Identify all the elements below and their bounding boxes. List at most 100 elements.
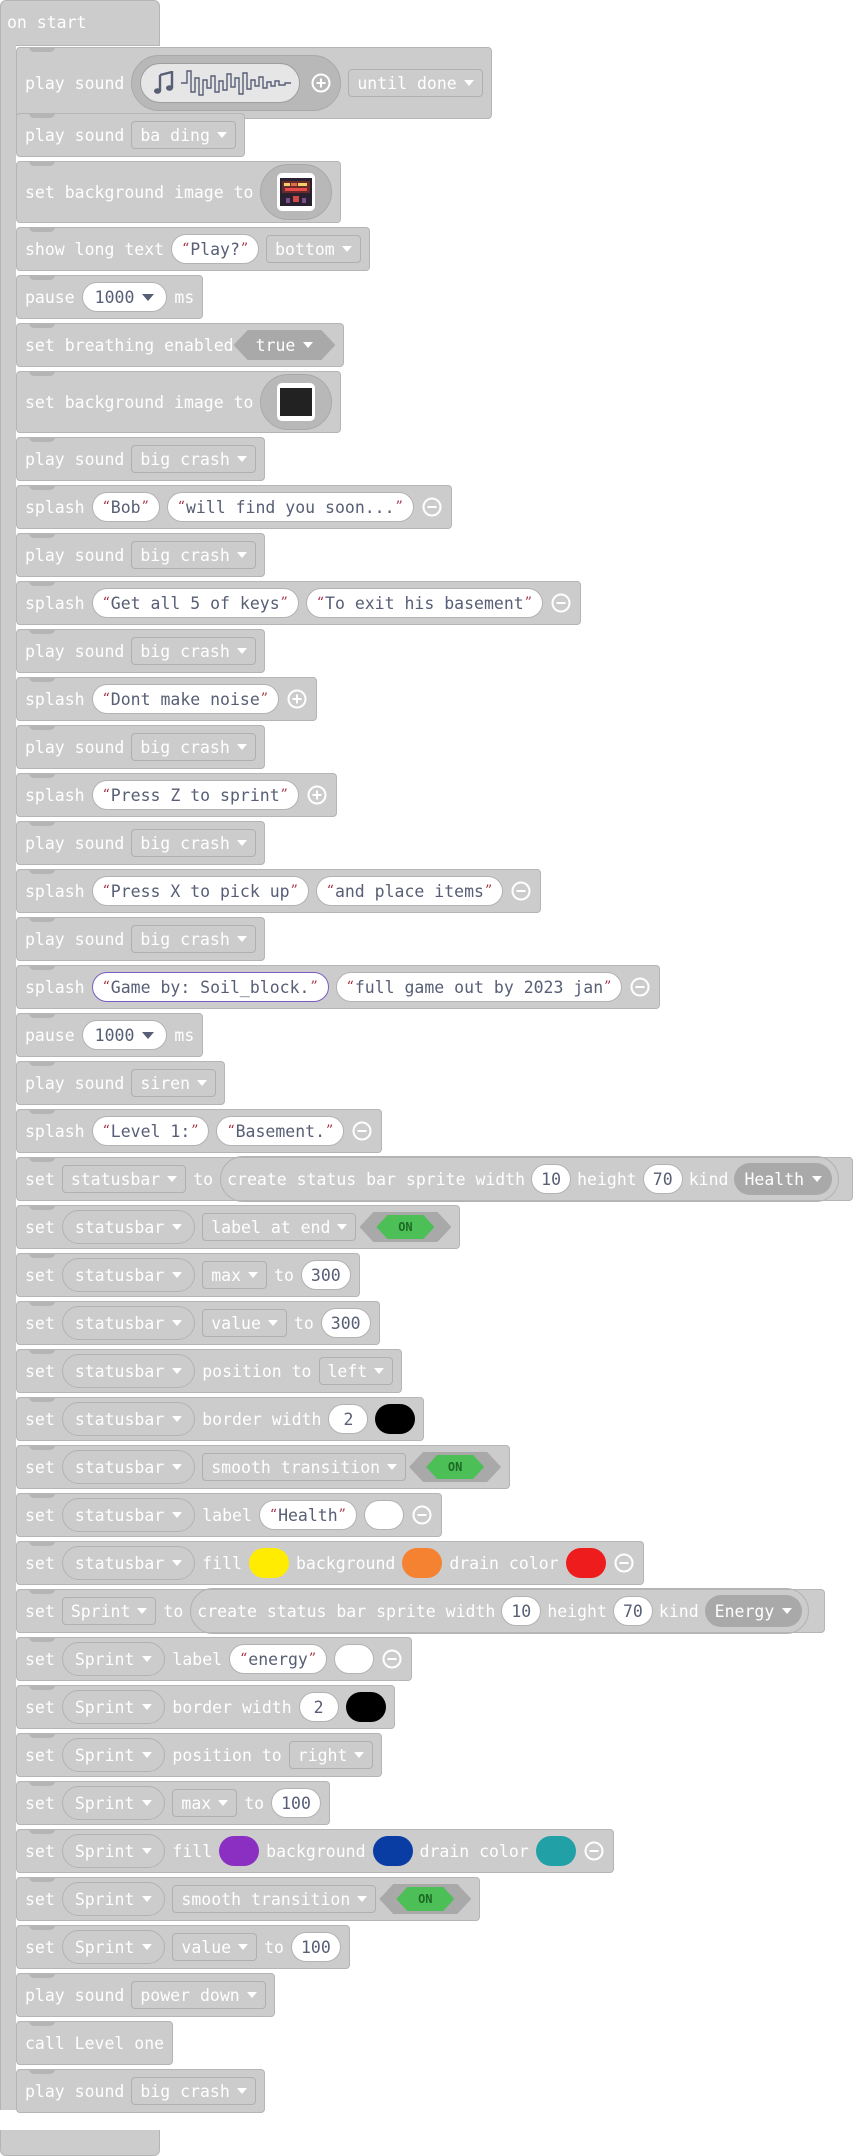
splash-block[interactable]: splash Press Z to sprint xyxy=(16,773,337,817)
sound-waveform-field[interactable] xyxy=(140,63,301,103)
splash-block[interactable]: splash Game by: Soil_block. full game ou… xyxy=(16,965,661,1009)
property-dropdown[interactable]: max xyxy=(172,1789,238,1817)
variable-dropdown[interactable]: statusbar xyxy=(61,1354,196,1388)
play-sound-block[interactable]: play sound big crash xyxy=(16,2069,265,2113)
sound-dropdown[interactable]: big crash xyxy=(131,2077,256,2105)
set-statusbar-number-block[interactable]: set statusbar max to 300 xyxy=(16,1253,360,1297)
kind-dropdown[interactable]: Energy xyxy=(704,1595,803,1627)
set-sprint-border-block[interactable]: set Sprint border width 2 xyxy=(16,1685,395,1729)
set-background-image-block[interactable]: set background image to xyxy=(16,161,342,223)
sound-mode-dropdown[interactable]: until done xyxy=(348,69,483,97)
pause-duration-dropdown[interactable]: 1000 xyxy=(81,1020,168,1050)
height-input[interactable]: 70 xyxy=(642,1164,683,1194)
remove-circle-icon[interactable] xyxy=(629,976,651,998)
splash-title-input[interactable]: Press X to pick up xyxy=(91,876,309,906)
pause-block[interactable]: pause 1000 ms xyxy=(16,275,204,319)
variable-dropdown[interactable]: statusbar xyxy=(61,1306,196,1340)
toggle-switch[interactable]: ON xyxy=(409,1452,501,1482)
play-sound-block[interactable]: play sound big crash xyxy=(16,629,265,673)
variable-dropdown[interactable]: Sprint xyxy=(61,1597,157,1625)
splash-title-input[interactable]: Game by: Soil_block. xyxy=(91,972,329,1002)
set-sprint-create-block[interactable]: set Sprint to create status bar sprite w… xyxy=(16,1588,825,1634)
remove-circle-icon[interactable] xyxy=(421,496,443,518)
splash-block[interactable]: splash Press X to pick up and place item… xyxy=(16,869,542,913)
property-dropdown[interactable]: value xyxy=(202,1309,287,1337)
set-statusbar-colors-block[interactable]: set statusbar fill background drain colo… xyxy=(16,1541,644,1585)
sound-dropdown[interactable]: big crash xyxy=(131,637,256,665)
variable-dropdown[interactable]: statusbar xyxy=(61,1258,196,1292)
splash-title-input[interactable]: Level 1: xyxy=(91,1116,210,1146)
kind-dropdown[interactable]: Health xyxy=(734,1163,833,1195)
pause-duration-dropdown[interactable]: 1000 xyxy=(81,282,168,312)
variable-dropdown[interactable]: Sprint xyxy=(61,1834,166,1868)
set-sprint-number-block[interactable]: set Sprint value to 100 xyxy=(16,1925,350,1969)
position-dropdown[interactable]: bottom xyxy=(266,235,361,263)
pause-block[interactable]: pause 1000 ms xyxy=(16,1013,204,1057)
border-color-swatch[interactable] xyxy=(345,1692,386,1722)
set-sprint-label-block[interactable]: set Sprint label energy xyxy=(16,1637,413,1681)
variable-dropdown[interactable]: statusbar xyxy=(61,1546,196,1580)
remove-circle-icon[interactable] xyxy=(550,592,572,614)
create-status-bar-reporter[interactable]: create status bar sprite width 10 height… xyxy=(190,1588,810,1634)
splash-block[interactable]: splash Get all 5 of keys To exit his bas… xyxy=(16,581,581,625)
splash-title-input[interactable]: Press Z to sprint xyxy=(91,780,299,810)
set-statusbar-number-block[interactable]: set statusbar value to 300 xyxy=(16,1301,380,1345)
set-sprint-number-block[interactable]: set Sprint max to 100 xyxy=(16,1781,330,1825)
splash-block[interactable]: splash Level 1: Basement. xyxy=(16,1109,383,1153)
sound-picker[interactable] xyxy=(131,55,342,111)
play-sound-block[interactable]: play sound big crash xyxy=(16,725,265,769)
sound-dropdown[interactable]: siren xyxy=(131,1069,217,1097)
property-dropdown[interactable]: max xyxy=(202,1261,268,1289)
variable-dropdown[interactable]: Sprint xyxy=(61,1690,166,1724)
add-circle-icon[interactable] xyxy=(310,72,332,94)
width-input[interactable]: 10 xyxy=(531,1164,572,1194)
value-input[interactable]: 100 xyxy=(271,1788,321,1818)
value-input[interactable]: 300 xyxy=(300,1260,351,1290)
border-color-swatch[interactable] xyxy=(375,1404,416,1434)
splash-block[interactable]: splash Dont make noise xyxy=(16,677,317,721)
play-sound-block[interactable]: play sound ba ding xyxy=(16,113,245,157)
remove-circle-icon[interactable] xyxy=(381,1648,403,1670)
splash-subtitle-input[interactable]: Basement. xyxy=(216,1116,345,1146)
set-sprint-colors-block[interactable]: set Sprint fill background drain color xyxy=(16,1829,614,1873)
variable-dropdown[interactable]: Sprint xyxy=(61,1642,166,1676)
set-statusbar-label-block[interactable]: set statusbar label Health xyxy=(16,1493,442,1537)
splash-block[interactable]: splash Bob will find you soon... xyxy=(16,485,452,529)
drain-color-swatch[interactable] xyxy=(565,1548,606,1578)
play-sound-block[interactable]: play sound big crash xyxy=(16,917,265,961)
set-statusbar-flag-block[interactable]: set statusbar label at end ON xyxy=(16,1205,461,1249)
splash-subtitle-input[interactable]: full game out by 2023 jan xyxy=(335,972,623,1002)
splash-title-input[interactable]: Dont make noise xyxy=(91,684,279,714)
set-statusbar-border-block[interactable]: set statusbar border width 2 xyxy=(16,1397,425,1441)
sound-dropdown[interactable]: big crash xyxy=(131,733,256,761)
create-status-bar-reporter[interactable]: create status bar sprite width 10 height… xyxy=(220,1156,840,1202)
set-statusbar-position-block[interactable]: set statusbar position to left xyxy=(16,1349,403,1393)
play-sound-block[interactable]: play sound big crash xyxy=(16,821,265,865)
border-width-input[interactable]: 2 xyxy=(328,1404,369,1434)
label-color-swatch[interactable] xyxy=(363,1500,404,1530)
splash-subtitle-input[interactable]: To exit his basement xyxy=(305,588,543,618)
fill-color-swatch[interactable] xyxy=(248,1548,289,1578)
variable-dropdown[interactable]: statusbar xyxy=(61,1498,196,1532)
value-input[interactable]: 100 xyxy=(290,1932,341,1962)
background-color-swatch[interactable] xyxy=(372,1836,413,1866)
label-text-input[interactable]: energy xyxy=(229,1644,328,1674)
value-input[interactable]: 300 xyxy=(320,1308,371,1338)
boolean-dropdown[interactable]: true xyxy=(234,330,336,360)
sound-dropdown[interactable]: big crash xyxy=(131,541,256,569)
drain-color-swatch[interactable] xyxy=(535,1836,576,1866)
variable-dropdown[interactable]: Sprint xyxy=(61,1738,166,1772)
property-dropdown[interactable]: smooth transition xyxy=(202,1453,407,1481)
remove-circle-icon[interactable] xyxy=(411,1504,433,1526)
splash-title-input[interactable]: Get all 5 of keys xyxy=(91,588,299,618)
toggle-switch[interactable]: ON xyxy=(379,1884,471,1914)
splash-subtitle-input[interactable]: will find you soon... xyxy=(166,492,414,522)
border-width-input[interactable]: 2 xyxy=(298,1692,339,1722)
show-long-text-block[interactable]: show long text Play? bottom xyxy=(16,227,370,271)
variable-dropdown[interactable]: statusbar xyxy=(61,1165,187,1193)
side-dropdown[interactable]: right xyxy=(288,1741,374,1769)
sound-dropdown[interactable]: big crash xyxy=(131,829,256,857)
property-dropdown[interactable]: smooth transition xyxy=(172,1885,377,1913)
set-statusbar-flag-block[interactable]: set statusbar smooth transition ON xyxy=(16,1445,511,1489)
background-color-swatch[interactable] xyxy=(402,1548,443,1578)
